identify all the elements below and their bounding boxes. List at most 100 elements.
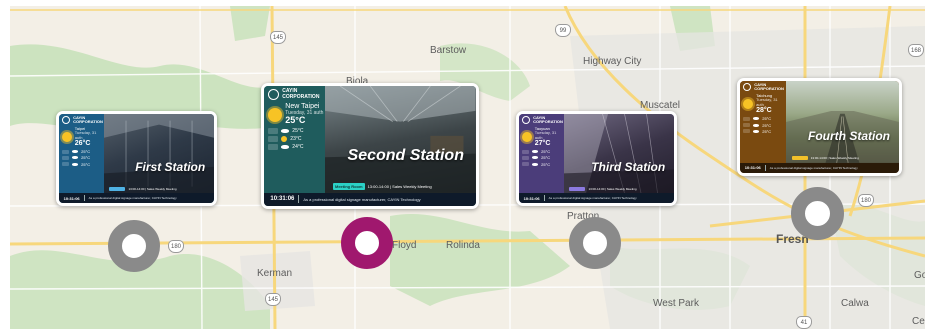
- forecast-row: 25°C: [522, 155, 564, 160]
- brand-text: CAYIN CORPORATION: [533, 116, 563, 125]
- weather-temp: 28°C: [756, 107, 772, 115]
- logo-icon: [743, 83, 752, 92]
- meeting-text: 13:00-14:00 | Sales Weekly Meeting: [588, 186, 637, 191]
- cloud-icon: [72, 162, 79, 166]
- signage-screen-second: CAYIN CORPORATION New Taipei Tuesday, 31…: [264, 86, 476, 206]
- forecast-row: 25°C: [743, 116, 786, 121]
- ticker-divider: [543, 195, 545, 202]
- meeting-text: 13:00-14:00 | Sales Weekly Meeting: [367, 183, 432, 189]
- ticker-divider: [764, 164, 766, 171]
- cloud-icon: [532, 150, 539, 154]
- station-title: Second Station: [347, 147, 464, 165]
- forecast-temp: 25°C: [292, 128, 304, 135]
- location-marker-first[interactable]: [108, 220, 160, 272]
- sun-icon: [743, 99, 754, 110]
- station-card-first[interactable]: CAYIN CORPORATION Taipei Tuesday, 31 aut…: [56, 111, 217, 206]
- forecast-temp: 25°C: [541, 155, 551, 161]
- location-marker-third[interactable]: [569, 217, 621, 269]
- forecast-temp: 25°C: [762, 128, 772, 134]
- forecast-day-box: [743, 123, 751, 128]
- station-card-third[interactable]: CAYIN CORPORATION Taoyuan Tuesday, 31 au…: [516, 111, 677, 206]
- forecast-temp: 25°C: [81, 161, 91, 167]
- place-highway-city: Highway City: [583, 56, 642, 67]
- weather-temp: 25°C: [285, 115, 306, 126]
- ticker-text: As a professional digital signage manufa…: [548, 196, 637, 201]
- weather-date: Tuesday, 31 auth: [756, 97, 778, 107]
- place-west-park: West Park: [653, 298, 699, 309]
- route-shield-180-west: 180: [168, 240, 184, 253]
- station-photo-art: [786, 111, 899, 163]
- brand-logo: CAYIN CORPORATION: [268, 89, 325, 101]
- forecast-row: 25°C: [743, 123, 786, 128]
- weather-text: Taipei Tuesday, 31 auth 26°C: [74, 126, 104, 148]
- route-shield-180-east: 180: [858, 194, 874, 207]
- station-photo-art: [325, 86, 476, 193]
- forecast-temp: 25°C: [81, 155, 91, 161]
- screen-sidebar: CAYIN CORPORATION Taichung Tuesday, 31 a…: [740, 81, 787, 163]
- brand-logo: CAYIN CORPORATION: [522, 116, 564, 125]
- station-card-second[interactable]: CAYIN CORPORATION New Taipei Tuesday, 31…: [261, 83, 479, 209]
- forecast-day-box: [522, 149, 530, 154]
- forecast-row: 25°C: [62, 155, 104, 160]
- station-photo: First Station 13:00-14:00 | Sales Weekly…: [103, 114, 214, 194]
- signage-screen-fourth: CAYIN CORPORATION Taichung Tuesday, 31 a…: [740, 81, 899, 173]
- station-card-fourth[interactable]: CAYIN CORPORATION Taichung Tuesday, 31 a…: [737, 78, 902, 176]
- forecast-day-box: [522, 155, 530, 160]
- brand-text: CAYIN CORPORATION: [754, 83, 784, 92]
- cloud-icon: [72, 156, 79, 160]
- route-shield-41: 41: [796, 316, 812, 329]
- location-marker-second-active[interactable]: [341, 217, 393, 269]
- weather-text: Taichung Tuesday, 31 auth 28°C: [756, 93, 786, 115]
- meeting-info: 13:00-14:00 | Sales Weekly Meeting: [569, 186, 637, 191]
- forecast-temp: 23°C: [290, 135, 302, 142]
- brand-line2: CORPORATION: [533, 119, 563, 125]
- ticker-text: As a professional digital signage manufa…: [303, 196, 421, 202]
- location-marker-fourth[interactable]: [791, 187, 844, 240]
- cloud-icon: [753, 117, 760, 121]
- cloud-icon: [281, 144, 290, 149]
- meeting-tag: [569, 186, 586, 191]
- station-photo-art: [563, 114, 674, 194]
- logo-icon: [62, 116, 71, 125]
- meeting-text: 13:00-14:00 | Sales Weekly Meeting: [810, 156, 859, 161]
- signage-screen-first: CAYIN CORPORATION Taipei Tuesday, 31 aut…: [59, 114, 214, 203]
- place-kerman: Kerman: [257, 268, 293, 279]
- meeting-tag: [109, 186, 126, 191]
- place-floyd: Floyd: [392, 240, 417, 251]
- forecast-temp: 25°C: [762, 116, 772, 122]
- station-title: First Station: [135, 160, 206, 175]
- route-shield-99: 99: [555, 24, 571, 37]
- clock-time: 10:31:06: [523, 195, 540, 201]
- clock-time: 10:31:06: [744, 165, 761, 171]
- forecast-row: 25°C: [522, 149, 564, 154]
- place-calwa: Calwa: [841, 298, 869, 309]
- weather-temp: 26°C: [74, 140, 91, 148]
- forecast-temp: 25°C: [81, 149, 91, 155]
- weather-date: Tuesday, 31 auth: [534, 130, 557, 140]
- ticker-bar: 10:31:06 As a professional digital signa…: [59, 193, 214, 203]
- ticker-divider: [83, 195, 85, 202]
- forecast-day-box: [743, 116, 751, 121]
- forecast-row: 25°C: [522, 162, 564, 167]
- brand-line2: CORPORATION: [754, 86, 784, 92]
- weather-date: Tuesday, 31 auth: [285, 109, 324, 116]
- weather-now: Taipei Tuesday, 31 auth 26°C: [62, 126, 104, 148]
- forecast-temp: 24°C: [292, 143, 304, 150]
- forecast-day-box: [268, 128, 279, 135]
- brand-text: CAYIN CORPORATION: [282, 89, 319, 100]
- cloud-icon: [532, 156, 539, 160]
- place-ce: Ce: [912, 316, 925, 327]
- cloud-icon: [72, 150, 79, 154]
- place-rolinda: Rolinda: [446, 240, 480, 251]
- weather-now: Taichung Tuesday, 31 auth 28°C: [743, 93, 786, 115]
- meeting-info: 13:00-14:00 | Sales Weekly Meeting: [791, 156, 859, 161]
- map-stage: Barstow Highway City Muscatel Biola Floy…: [0, 0, 935, 329]
- ticker-text: As a professional digital signage manufa…: [88, 196, 177, 201]
- route-shield-145-south: 145: [265, 293, 281, 306]
- ticker-divider: [298, 195, 300, 204]
- forecast-day-box: [743, 129, 751, 134]
- ticker-bar: 10:31:06 As a professional digital signa…: [264, 192, 476, 206]
- station-photo-art: [103, 114, 214, 194]
- cloud-icon: [753, 129, 760, 133]
- place-barstow: Barstow: [430, 45, 467, 56]
